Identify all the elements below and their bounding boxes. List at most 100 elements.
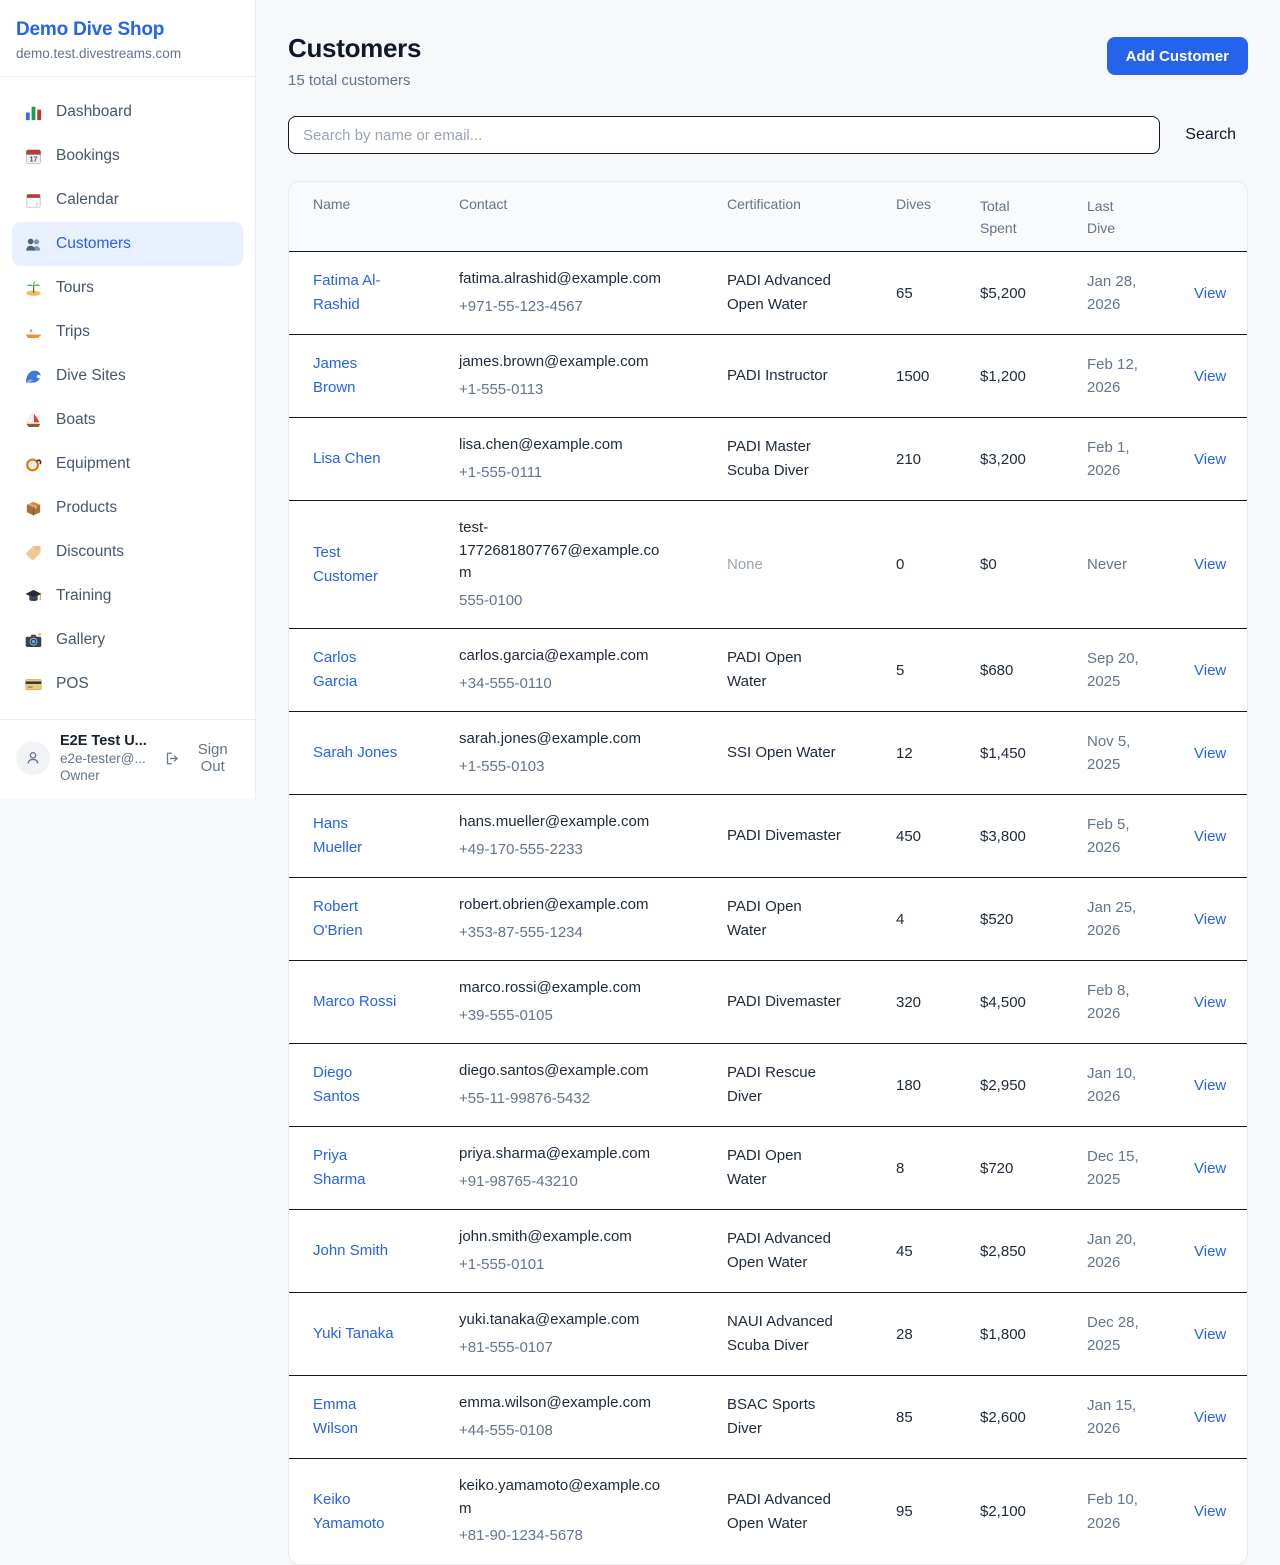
sidebar-item-label: Discounts bbox=[56, 543, 124, 561]
customer-name-link[interactable]: Robert O'Brien bbox=[313, 895, 401, 943]
credit-card-icon bbox=[24, 675, 43, 694]
brand: Demo Dive Shop demo.test.divestreams.com bbox=[0, 0, 255, 77]
customer-email: james.brown@example.com bbox=[459, 351, 671, 374]
view-customer-link[interactable]: View bbox=[1194, 368, 1226, 385]
customer-dives-count: 28 bbox=[896, 1326, 913, 1343]
view-customer-link[interactable]: View bbox=[1194, 1409, 1226, 1426]
customer-last-dive: Jan 20, 2026 bbox=[1087, 1228, 1149, 1275]
customer-last-dive-cell: Jan 28, 2026 bbox=[1087, 252, 1194, 335]
customer-certification-cell: PADI Advanced Open Water bbox=[727, 1210, 896, 1293]
customer-contact-cell: john.smith@example.com+1-555-0101 bbox=[459, 1210, 727, 1293]
customer-name-link[interactable]: John Smith bbox=[313, 1239, 388, 1263]
customer-name-link[interactable]: Hans Mueller bbox=[313, 812, 401, 860]
brand-title[interactable]: Demo Dive Shop bbox=[16, 19, 239, 41]
customer-name-link[interactable]: Emma Wilson bbox=[313, 1393, 401, 1441]
customer-actions-cell: View bbox=[1194, 795, 1247, 878]
customer-dives-cell: 4 bbox=[896, 878, 980, 961]
customer-dives-cell: 95 bbox=[896, 1459, 980, 1564]
view-customer-link[interactable]: View bbox=[1194, 1503, 1226, 1520]
main-content: Customers 15 total customers Add Custome… bbox=[256, 0, 1280, 1565]
customer-phone: +1-555-0103 bbox=[459, 756, 671, 779]
customer-name-link[interactable]: Test Customer bbox=[313, 541, 401, 589]
customer-certification: PADI Rescue Diver bbox=[727, 1061, 841, 1109]
view-customer-link[interactable]: View bbox=[1194, 994, 1226, 1011]
customer-contact-cell: test-1772681807767@example.com555-0100 bbox=[459, 501, 727, 629]
sidebar-item-calendar[interactable]: Calendar bbox=[12, 178, 243, 222]
sidebar-item-dive-sites[interactable]: Dive Sites bbox=[12, 354, 243, 398]
customer-name-link[interactable]: Keiko Yamamoto bbox=[313, 1488, 401, 1536]
customer-name-link[interactable]: Yuki Tanaka bbox=[313, 1322, 394, 1346]
customer-name-link[interactable]: Sarah Jones bbox=[313, 741, 397, 765]
customer-name-link[interactable]: Carlos Garcia bbox=[313, 646, 401, 694]
customer-actions-cell: View bbox=[1194, 501, 1247, 629]
users-icon bbox=[24, 235, 43, 254]
customer-name-link[interactable]: James Brown bbox=[313, 352, 401, 400]
customer-dives-count: 180 bbox=[896, 1077, 921, 1094]
table-row: Hans Muellerhans.mueller@example.com+49-… bbox=[289, 795, 1247, 878]
diving-mask-icon bbox=[24, 455, 43, 474]
view-customer-link[interactable]: View bbox=[1194, 1243, 1226, 1260]
view-customer-link[interactable]: View bbox=[1194, 451, 1226, 468]
island-icon bbox=[24, 279, 43, 298]
search-button[interactable]: Search bbox=[1185, 126, 1236, 144]
customer-total-spent-cell: $5,200 bbox=[980, 252, 1087, 335]
customer-total-spent: $1,800 bbox=[980, 1326, 1026, 1343]
customer-last-dive-cell: Never bbox=[1087, 501, 1194, 629]
column-header-name: Name bbox=[289, 182, 459, 252]
customer-phone: +44-555-0108 bbox=[459, 1420, 671, 1443]
view-customer-link[interactable]: View bbox=[1194, 1326, 1226, 1343]
sign-out-button[interactable]: Sign Out bbox=[164, 741, 239, 775]
customer-name-link[interactable]: Diego Santos bbox=[313, 1061, 401, 1109]
sidebar-item-customers[interactable]: Customers bbox=[12, 222, 243, 266]
sidebar-item-label: Dashboard bbox=[56, 103, 132, 121]
brand-subdomain: demo.test.divestreams.com bbox=[16, 46, 239, 61]
view-customer-link[interactable]: View bbox=[1194, 911, 1226, 928]
sidebar-item-equipment[interactable]: Equipment bbox=[12, 442, 243, 486]
calendar-icon bbox=[24, 191, 43, 210]
sidebar-item-gallery[interactable]: Gallery bbox=[12, 618, 243, 662]
sidebar-item-discounts[interactable]: Discounts bbox=[12, 530, 243, 574]
customer-dives-count: 1500 bbox=[896, 368, 929, 385]
view-customer-link[interactable]: View bbox=[1194, 285, 1226, 302]
view-customer-link[interactable]: View bbox=[1194, 662, 1226, 679]
sidebar-item-pos[interactable]: POS bbox=[12, 662, 243, 706]
customer-total-spent: $680 bbox=[980, 662, 1013, 679]
sidebar-item-products[interactable]: Products bbox=[12, 486, 243, 530]
table-row: Keiko Yamamotokeiko.yamamoto@example.com… bbox=[289, 1459, 1247, 1564]
table-row: Lisa Chenlisa.chen@example.com+1-555-011… bbox=[289, 418, 1247, 501]
sidebar-item-bookings[interactable]: 17Bookings bbox=[12, 134, 243, 178]
table-header-row: NameContactCertificationDivesTotal Spent… bbox=[289, 182, 1247, 252]
view-customer-link[interactable]: View bbox=[1194, 556, 1226, 573]
sidebar-item-tours[interactable]: Tours bbox=[12, 266, 243, 310]
view-customer-link[interactable]: View bbox=[1194, 745, 1226, 762]
customer-name-cell: Test Customer bbox=[289, 501, 459, 629]
customer-certification-cell: PADI Rescue Diver bbox=[727, 1044, 896, 1127]
customer-actions-cell: View bbox=[1194, 1293, 1247, 1376]
table-row: Marco Rossi marco.rossi@example.com+39-55… bbox=[289, 961, 1247, 1044]
search-input[interactable] bbox=[288, 116, 1160, 154]
customer-last-dive-cell: Jan 10, 2026 bbox=[1087, 1044, 1194, 1127]
customer-total-spent: $2,950 bbox=[980, 1077, 1026, 1094]
customer-total-spent-cell: $680 bbox=[980, 629, 1087, 712]
add-customer-button[interactable]: Add Customer bbox=[1107, 37, 1248, 75]
sidebar-item-training[interactable]: Training bbox=[12, 574, 243, 618]
sign-out-icon bbox=[164, 750, 179, 767]
customer-dives-cell: 28 bbox=[896, 1293, 980, 1376]
person-icon bbox=[24, 749, 42, 767]
customer-name-link[interactable]: Marco Rossi bbox=[313, 990, 396, 1014]
customer-last-dive-cell: Feb 8, 2026 bbox=[1087, 961, 1194, 1044]
customer-name-link[interactable]: Lisa Chen bbox=[313, 447, 381, 471]
view-customer-link[interactable]: View bbox=[1194, 1160, 1226, 1177]
customer-email: carlos.garcia@example.com bbox=[459, 645, 671, 668]
view-customer-link[interactable]: View bbox=[1194, 828, 1226, 845]
sidebar-item-boats[interactable]: Boats bbox=[12, 398, 243, 442]
sidebar-item-dashboard[interactable]: Dashboard bbox=[12, 90, 243, 134]
customer-name-link[interactable]: Fatima Al-Rashid bbox=[313, 269, 401, 317]
sidebar-item-label: Equipment bbox=[56, 455, 130, 473]
customer-total-spent-cell: $2,850 bbox=[980, 1210, 1087, 1293]
sidebar-item-label: Trips bbox=[56, 323, 90, 341]
view-customer-link[interactable]: View bbox=[1194, 1077, 1226, 1094]
customer-name-link[interactable]: Priya Sharma bbox=[313, 1144, 401, 1192]
customer-contact-cell: marco.rossi@example.com+39-555-0105 bbox=[459, 961, 727, 1044]
sidebar-item-trips[interactable]: Trips bbox=[12, 310, 243, 354]
